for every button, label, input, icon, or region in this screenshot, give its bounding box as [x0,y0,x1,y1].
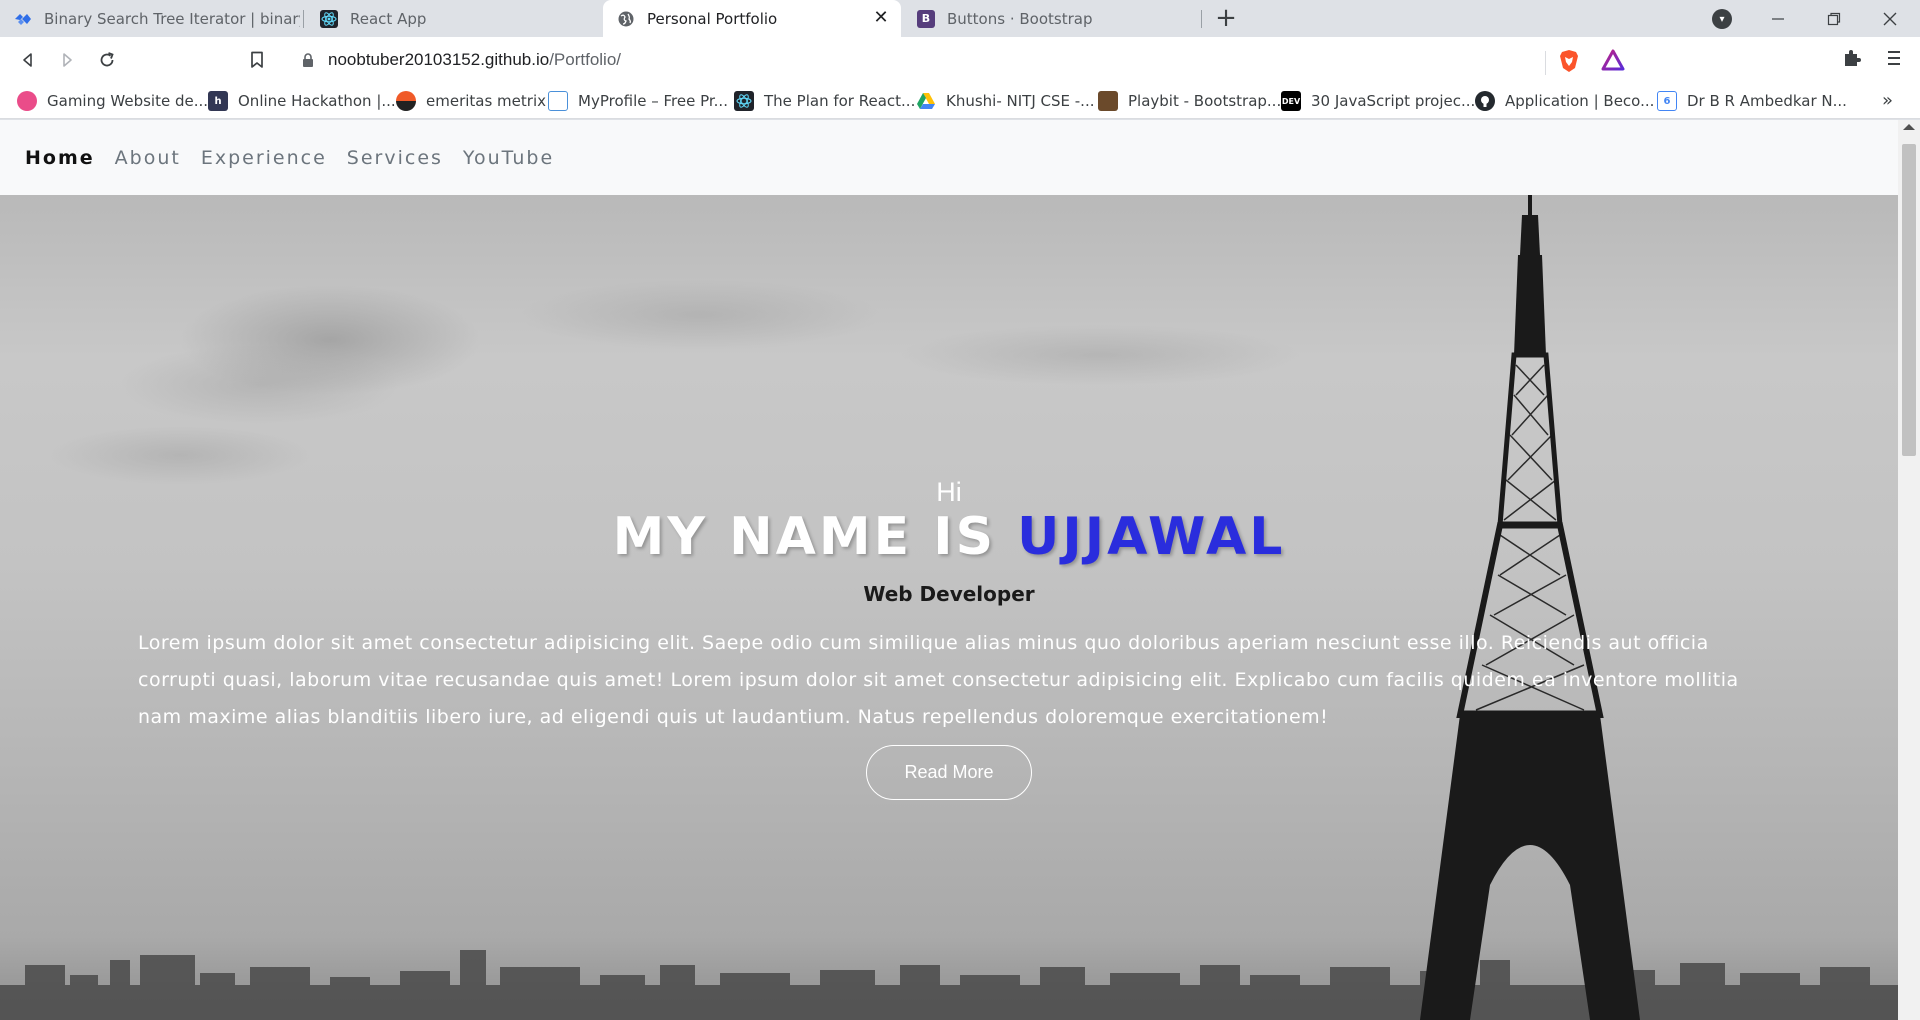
headline-name: UJJAWAL [1017,507,1286,567]
extensions-puzzle-icon[interactable] [1840,48,1864,72]
bookmark-label: Dr B R Ambedkar N... [1687,92,1847,110]
tab-separator [1201,10,1202,28]
nav-link-experience[interactable]: Experience [201,147,327,169]
dribbble-icon [17,91,37,111]
react-logo-icon [320,9,338,28]
bookmark-label: Application | Beco... [1505,92,1655,110]
more-bookmarks-button[interactable]: » [1882,90,1893,111]
google-drive-icon [916,91,936,111]
bookmark-label: Gaming Website de... [47,92,209,110]
address-bar[interactable]: noobtuber20103152.github.io/Portfolio/ [286,43,1636,77]
tab-binary-search[interactable]: Binary Search Tree Iterator | binarysea [0,0,300,37]
bookmark-item[interactable]: Playbit - Bootstrap... [1098,90,1281,112]
page-viewport: Home About Experience Services YouTube H… [0,120,1898,1020]
tab-strip: Binary Search Tree Iterator | binarysea … [0,0,1920,37]
github-icon [1475,91,1495,111]
browser-toolbar: noobtuber20103152.github.io/Portfolio/ [0,37,1920,82]
tab-bootstrap-buttons[interactable]: B Buttons · Bootstrap [903,0,1199,37]
lock-icon[interactable] [300,52,316,68]
headline-prefix: MY NAME IS [612,507,1018,567]
nav-link-youtube[interactable]: YouTube [463,147,554,169]
page-scrollbar[interactable] [1898,120,1920,1020]
page-icon [548,91,568,111]
tab-search-icon[interactable]: ▾ [1712,9,1732,29]
playbit-icon [1098,91,1118,111]
brave-rewards-icon[interactable] [1601,49,1625,71]
bookmark-label: Khushi- NITJ CSE -... [946,92,1095,110]
tab-personal-portfolio[interactable]: Personal Portfolio ✕ [603,0,901,37]
tab-title: Buttons · Bootstrap [947,9,1093,28]
dev-logo-icon: DEV [1281,91,1301,111]
omnibox-separator [1545,51,1546,75]
bootstrap-logo-icon: B [917,9,935,28]
tab-react-app[interactable]: React App [306,0,602,37]
emeritas-icon [396,91,416,111]
scrollbar-thumb[interactable] [1902,144,1916,456]
bookmark-label: The Plan for React... [764,92,916,110]
url-text: noobtuber20103152.github.io/Portfolio/ [328,50,621,70]
brave-shields-icon[interactable] [1558,49,1580,72]
bookmark-item[interactable]: The Plan for React... [734,90,915,112]
bookmark-label: emeritas metrix [426,92,546,110]
tab-title: Binary Search Tree Iterator | binarysea [44,9,300,28]
forward-button[interactable] [52,45,82,75]
nav-link-about[interactable]: About [115,147,181,169]
bookmark-page-icon[interactable] [242,45,272,75]
bookmark-item[interactable]: DEV 30 JavaScript projec... [1281,90,1475,112]
read-more-button[interactable]: Read More [866,745,1032,800]
binarysearch-logo-icon [14,10,32,28]
bookmark-item[interactable]: h Online Hackathon |... [208,90,396,112]
bookmark-item[interactable]: MyProfile – Free Pr... [548,90,728,112]
bookmark-label: Playbit - Bootstrap... [1128,92,1282,110]
minimize-button[interactable] [1750,0,1806,37]
scroll-up-arrow-icon[interactable] [1903,124,1915,130]
google-classroom-icon: 6 [1657,91,1677,111]
nav-link-services[interactable]: Services [347,147,443,169]
react-logo-icon [734,91,754,111]
globe-icon [617,10,635,28]
bookmark-label: 30 JavaScript projec... [1311,92,1476,110]
site-navbar: Home About Experience Services YouTube [0,120,1898,195]
hackerearth-icon: h [208,91,228,111]
nav-link-home[interactable]: Home [25,147,95,169]
bookmark-item[interactable]: emeritas metrix [396,90,546,112]
url-path: /Portfolio/ [549,50,622,69]
bookmark-item[interactable]: Application | Beco... [1475,90,1654,112]
back-button[interactable] [13,45,43,75]
url-host: noobtuber20103152.github.io [328,50,550,69]
browser-menu-icon[interactable] [1882,48,1906,72]
tab-separator [303,10,304,28]
tab-title: Personal Portfolio [647,9,778,28]
reload-button[interactable] [92,45,122,75]
hero-section: Hi MY NAME IS UJJAWAL Web Developer Lore… [0,195,1898,1020]
bookmark-item[interactable]: 6 Dr B R Ambedkar N... [1657,90,1847,112]
bookmark-item[interactable]: Gaming Website de... [17,90,208,112]
restore-button[interactable] [1806,0,1862,37]
tab-title: React App [350,9,427,28]
close-window-button[interactable] [1862,0,1918,37]
hero-headline: MY NAME IS UJJAWAL [0,507,1898,567]
hero-content: Hi MY NAME IS UJJAWAL Web Developer Lore… [0,195,1898,1020]
new-tab-button[interactable]: + [1212,5,1240,33]
bookmark-item[interactable]: Khushi- NITJ CSE -... [916,90,1094,112]
hero-intro-text: Lorem ipsum dolor sit amet consectetur a… [138,632,1739,728]
hero-role: Web Developer [863,582,1035,606]
close-tab-icon[interactable]: ✕ [871,8,891,28]
bookmarks-bar: Gaming Website de... h Online Hackathon … [0,82,1920,119]
bookmark-label: Online Hackathon |... [238,92,396,110]
bookmark-label: MyProfile – Free Pr... [578,92,728,110]
hero-greeting: Hi [936,477,962,507]
